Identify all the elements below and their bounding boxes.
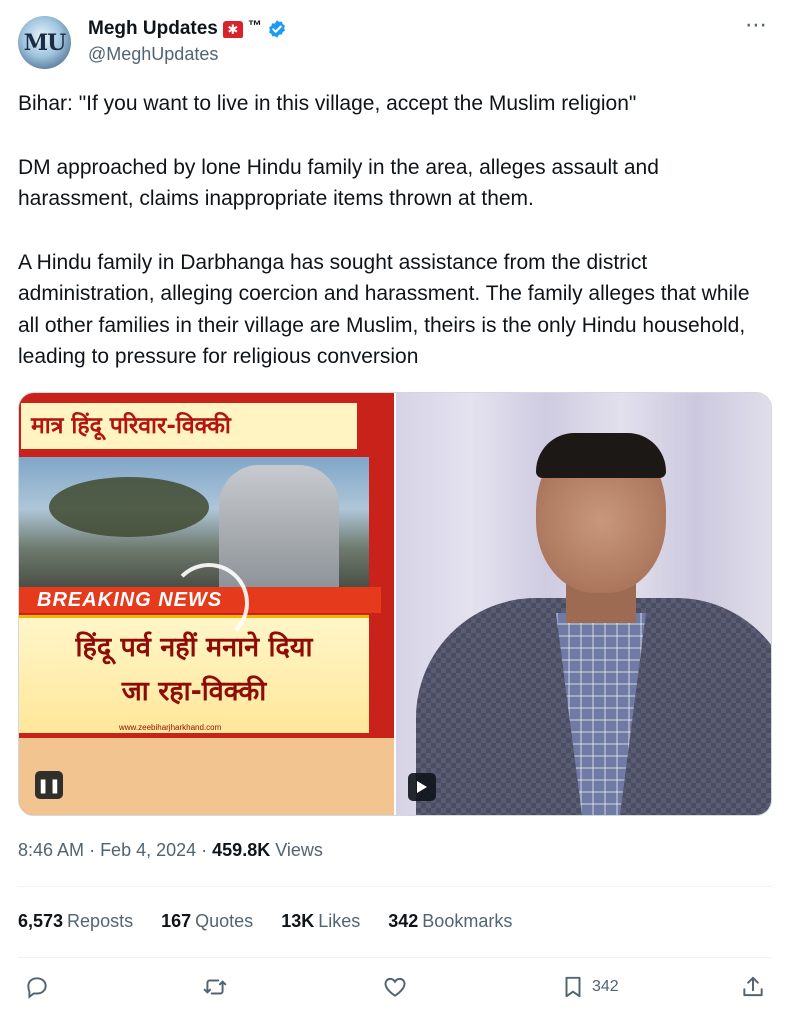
- more-options-icon[interactable]: ⋯: [745, 14, 768, 36]
- avatar[interactable]: MU: [18, 16, 71, 69]
- reply-button[interactable]: [24, 974, 50, 1000]
- bookmarks-count: 342: [388, 911, 419, 931]
- tweet-media: मात्र हिंदू परिवार-विक्की BREAKING NEWS …: [18, 392, 772, 816]
- likes-count: 13K: [281, 911, 315, 931]
- meta-separator: ·: [201, 840, 213, 860]
- man-hair: [536, 433, 666, 478]
- quotes-label: Quotes: [195, 911, 254, 931]
- siren-icon: ✱: [222, 20, 243, 38]
- tweet-header: MU Megh Updates ✱ ™ @MeghUpdates ⋯: [18, 14, 772, 70]
- pause-icon[interactable]: ❚❚: [35, 771, 63, 799]
- share-button[interactable]: [740, 974, 766, 1000]
- meta-separator: ·: [89, 840, 101, 860]
- divider: [18, 957, 772, 958]
- news-bottom-strip: [19, 738, 394, 815]
- views-count: 459.8K: [212, 840, 271, 860]
- tweet-meta: 8:46 AM · Feb 4, 2024 · 459.8K Views: [18, 840, 323, 861]
- bookmark-count: 342: [592, 978, 619, 995]
- reposts-label: Reposts: [67, 911, 134, 931]
- author-name[interactable]: Megh Updates: [88, 18, 218, 40]
- share-icon: [743, 976, 763, 997]
- news-top-caption: मात्र हिंदू परिवार-विक्की: [19, 401, 359, 451]
- verified-badge-icon: [268, 20, 285, 38]
- repost-button[interactable]: [202, 974, 228, 1000]
- tweet-paragraph: A Hindu family in Darbhanga has sought a…: [18, 250, 750, 369]
- bookmark-button[interactable]: 342: [560, 974, 619, 1000]
- bookmarks-stat[interactable]: 342 Bookmarks: [388, 911, 512, 932]
- play-icon[interactable]: [408, 773, 436, 801]
- views-label: Views: [275, 840, 323, 860]
- reposts-stat[interactable]: 6,573 Reposts: [18, 911, 133, 932]
- quotes-stat[interactable]: 167 Quotes: [161, 911, 253, 932]
- heart-icon: [384, 977, 406, 997]
- loading-spinner-icon: [169, 563, 249, 643]
- bookmarks-label: Bookmarks: [422, 911, 513, 931]
- bookmark-icon: [565, 976, 581, 998]
- video-right[interactable]: [396, 393, 771, 815]
- likes-stat[interactable]: 13K Likes: [281, 911, 360, 932]
- footage-tree: [49, 477, 209, 537]
- news-website: www.zeebiharjharkhand.com: [119, 723, 222, 732]
- tweet-text: Bihar: "If you want to live in this vill…: [18, 88, 770, 373]
- divider: [18, 886, 772, 887]
- reply-icon: [27, 977, 47, 999]
- reposts-count: 6,573: [18, 911, 64, 931]
- news-caption-line: जा रहा-विक्की: [121, 676, 267, 707]
- tweet-paragraph: DM approached by lone Hindu family in th…: [18, 155, 659, 211]
- like-button[interactable]: [382, 974, 408, 1000]
- trademark-mark: ™: [247, 17, 262, 33]
- action-bar: 342: [18, 974, 772, 1006]
- repost-icon: [203, 979, 227, 995]
- tweet-date[interactable]: Feb 4, 2024: [100, 840, 196, 860]
- tweet-paragraph: Bihar: "If you want to live in this vill…: [18, 92, 637, 115]
- author-name-row: Megh Updates ✱ ™: [88, 17, 287, 40]
- quotes-count: 167: [161, 911, 192, 931]
- tweet-time[interactable]: 8:46 AM: [18, 840, 84, 860]
- engagement-stats: 6,573 Reposts 167 Quotes 13K Likes 342 Bookm…: [18, 911, 512, 932]
- video-left[interactable]: मात्र हिंदू परिवार-विक्की BREAKING NEWS …: [19, 393, 396, 815]
- likes-label: Likes: [318, 911, 361, 931]
- author-handle[interactable]: @MeghUpdates: [88, 44, 218, 65]
